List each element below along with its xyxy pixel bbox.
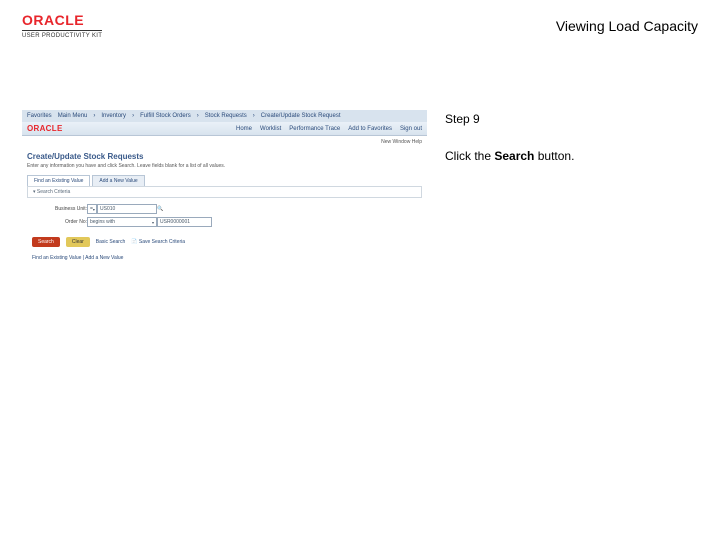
top-link-home[interactable]: Home	[236, 126, 252, 132]
app-header: ORACLE Home Worklist Performance Trace A…	[22, 122, 427, 136]
search-button[interactable]: Search	[32, 237, 60, 247]
crumb-item[interactable]: Main Menu	[58, 113, 88, 119]
business-unit-field[interactable]: US010	[97, 204, 157, 214]
button-row: Search Clear Basic Search 📄 Save Search …	[22, 233, 427, 255]
top-link-worklist[interactable]: Worklist	[260, 126, 281, 132]
main-content: Favorites Main Menu › Inventory › Fulfil…	[22, 110, 698, 261]
instruction-prefix: Click the	[445, 149, 494, 163]
crumb-item[interactable]: Inventory	[101, 113, 126, 119]
order-no-field[interactable]: USR0000001	[157, 217, 212, 227]
oracle-logo: ORACLE	[22, 12, 102, 28]
business-unit-op[interactable]: =▾	[87, 204, 97, 214]
app-oracle-logo: ORACLE	[27, 124, 63, 133]
search-criteria-header[interactable]: ▾ Search Criteria	[27, 186, 422, 198]
logo-subtitle: USER PRODUCTIVITY KIT	[22, 30, 102, 39]
crumb-sep: ›	[197, 113, 199, 119]
instruction-suffix: button.	[534, 149, 574, 163]
instruction-pane: Step 9 Click the Search button.	[445, 110, 698, 261]
clear-button[interactable]: Clear	[66, 237, 90, 247]
app-page-desc: Enter any information you have and click…	[22, 163, 427, 175]
crumb-sep: ›	[93, 113, 95, 119]
breadcrumb: Favorites Main Menu › Inventory › Fulfil…	[22, 110, 427, 122]
crumb-sep: ›	[253, 113, 255, 119]
chevron-down-icon: ▾	[93, 207, 95, 212]
save-criteria-link[interactable]: 📄 Save Search Criteria	[131, 239, 185, 245]
status-bar: New Window Help	[22, 136, 427, 148]
top-link-signout[interactable]: Sign out	[400, 126, 422, 132]
tabset: Find an Existing Value Add a New Value	[22, 175, 427, 186]
crumb-item[interactable]: Stock Requests	[205, 113, 247, 119]
instruction-text: Click the Search button.	[445, 147, 698, 166]
basic-search-link[interactable]: Basic Search	[96, 239, 125, 245]
lookup-icon[interactable]: 🔍	[157, 206, 167, 212]
top-link-favorites[interactable]: Add to Favorites	[348, 126, 392, 132]
business-unit-label: Business Unit:	[32, 206, 87, 212]
crumb-item[interactable]: Favorites	[27, 113, 52, 119]
order-no-op[interactable]: begins with▾	[87, 217, 157, 227]
crumb-item[interactable]: Create/Update Stock Request	[261, 113, 341, 119]
search-form: Business Unit: =▾ US010 🔍 Order No: begi…	[22, 198, 427, 233]
top-link-perf-trace[interactable]: Performance Trace	[289, 126, 340, 132]
order-no-label: Order No:	[32, 219, 87, 225]
app-page-title: Create/Update Stock Requests	[22, 148, 427, 163]
crumb-sep: ›	[132, 113, 134, 119]
step-label: Step 9	[445, 110, 698, 129]
chevron-down-icon: ▾	[152, 220, 154, 225]
app-screenshot: Favorites Main Menu › Inventory › Fulfil…	[22, 110, 427, 261]
page-header: ORACLE USER PRODUCTIVITY KIT Viewing Loa…	[0, 0, 720, 45]
instruction-bold: Search	[494, 149, 534, 163]
crumb-item[interactable]: Fulfill Stock Orders	[140, 113, 191, 119]
app-top-links: Home Worklist Performance Trace Add to F…	[236, 126, 422, 132]
brand-block: ORACLE USER PRODUCTIVITY KIT	[22, 12, 102, 39]
document-title: Viewing Load Capacity	[556, 18, 698, 34]
tab-find-existing[interactable]: Find an Existing Value	[27, 175, 90, 186]
tab-add-new[interactable]: Add a New Value	[92, 175, 144, 186]
bottom-tab-links[interactable]: Find an Existing Value | Add a New Value	[22, 255, 427, 261]
